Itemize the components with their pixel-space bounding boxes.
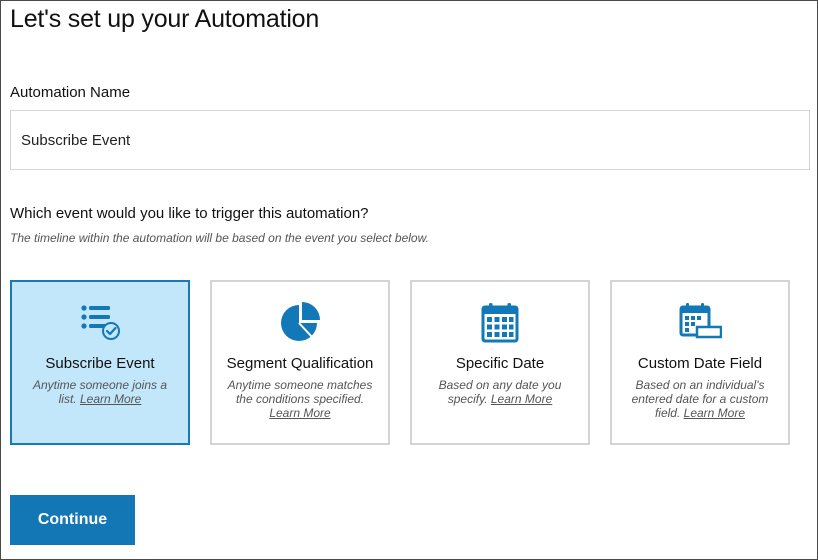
option-specific-date[interactable]: Specific Date Based on any date you spec…	[410, 280, 590, 445]
calendar-field-icon	[612, 302, 788, 344]
learn-more-link[interactable]: Learn More	[684, 406, 745, 420]
automation-setup-panel: Let's set up your Automation Automation …	[0, 0, 818, 560]
option-description: Based on an individual's entered date fo…	[631, 378, 769, 420]
option-title: Custom Date Field	[637, 355, 763, 372]
automation-name-input[interactable]	[10, 110, 810, 170]
option-description: Anytime someone matches the conditions s…	[227, 378, 373, 420]
learn-more-link[interactable]: Learn More	[80, 392, 141, 406]
pie-chart-icon	[212, 302, 388, 344]
list-check-icon	[12, 302, 188, 344]
option-title: Segment Qualification	[226, 355, 374, 372]
calendar-icon	[412, 302, 588, 344]
page-title: Let's set up your Automation	[10, 5, 320, 33]
continue-button[interactable]: Continue	[10, 495, 135, 545]
trigger-question: Which event would you like to trigger th…	[10, 205, 369, 222]
trigger-hint: The timeline within the automation will …	[10, 231, 429, 245]
option-title: Subscribe Event	[45, 355, 155, 372]
learn-more-link[interactable]: Learn More	[491, 392, 552, 406]
automation-name-label: Automation Name	[10, 84, 131, 101]
option-segment-qualification[interactable]: Segment Qualification Anytime someone ma…	[210, 280, 390, 445]
option-custom-date-field[interactable]: Custom Date Field Based on an individual…	[610, 280, 790, 445]
option-description: Anytime someone joins a list. Learn More	[32, 378, 168, 406]
option-description: Based on any date you specify. Learn Mor…	[438, 378, 562, 406]
option-subscribe-event[interactable]: Subscribe Event Anytime someone joins a …	[10, 280, 190, 445]
learn-more-link[interactable]: Learn More	[269, 406, 330, 420]
option-title: Specific Date	[455, 355, 545, 372]
